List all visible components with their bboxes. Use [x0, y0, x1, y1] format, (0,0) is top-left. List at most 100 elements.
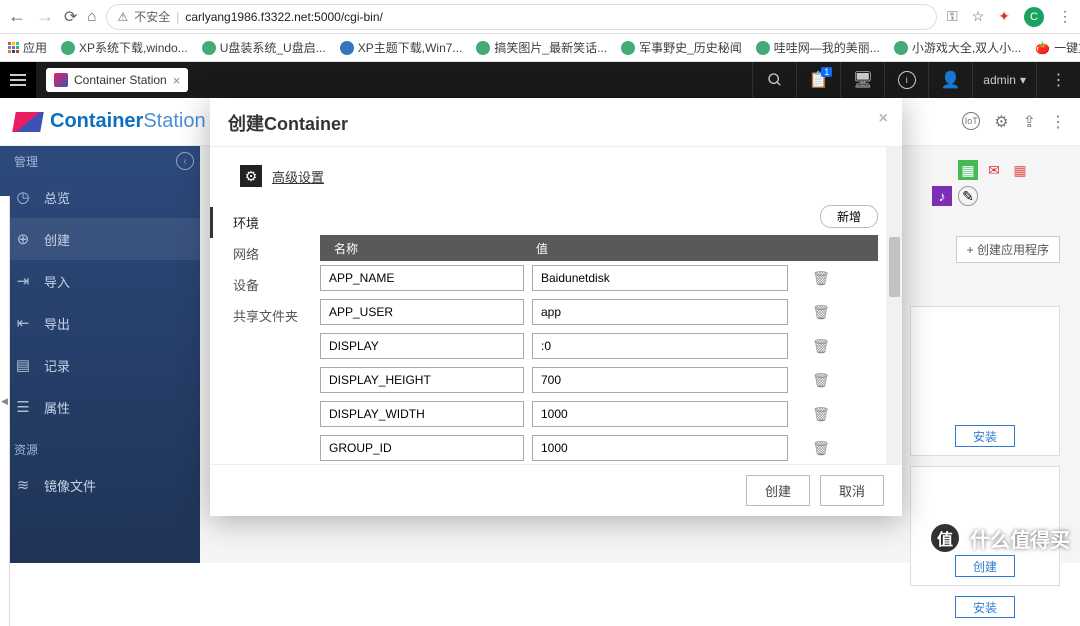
gauge-icon: ◷ [14, 188, 32, 206]
install-button[interactable]: 安装 [955, 425, 1015, 447]
address-bar[interactable]: ⚠ 不安全 | carlyang1986.f3322.net:5000/cgi-… [106, 4, 937, 30]
trash-icon[interactable]: 🗑 [812, 304, 830, 321]
mini-icon[interactable]: ♪ [932, 186, 952, 206]
env-key-input[interactable] [320, 401, 524, 427]
container-station-icon [54, 73, 68, 87]
add-env-button[interactable]: 新增 [820, 205, 878, 228]
env-row: 🗑 [320, 363, 878, 397]
insecure-label: 不安全 [134, 8, 170, 25]
modal-scrollbar[interactable] [886, 147, 902, 464]
env-value-input[interactable] [532, 435, 788, 461]
modal-close-icon[interactable]: × [879, 110, 888, 128]
extension-icon[interactable]: ✦ [998, 8, 1010, 25]
more-button[interactable]: ⋮ [1036, 62, 1080, 98]
sidebar-item-import[interactable]: ⇥导入 [0, 260, 200, 302]
sidebar-section-resources: 资源 [0, 434, 200, 464]
window-tab[interactable]: Container Station × [46, 68, 188, 92]
trash-icon[interactable]: 🗑 [812, 338, 830, 355]
env-key-input[interactable] [320, 333, 524, 359]
mini-icon[interactable]: ✎ [958, 186, 978, 206]
env-value-input[interactable] [532, 299, 788, 325]
env-value-input[interactable] [532, 333, 788, 359]
env-value-input[interactable] [532, 265, 788, 291]
env-value-input[interactable] [532, 367, 788, 393]
bookmark-item[interactable]: U盘装系统_U盘启... [202, 39, 326, 56]
env-table-header: 名称 值 [320, 235, 878, 261]
sidebar-item-create[interactable]: ⊕创建 [0, 218, 200, 260]
create-container-modal: 创建Container × ⚙ 高级设置 环境 网络 设备 共享文件夹 新 [210, 98, 902, 516]
profile-avatar[interactable]: C [1024, 7, 1044, 27]
add-application-button[interactable]: + 创建应用程序 [956, 236, 1060, 263]
bookmark-item[interactable]: XP主题下载,Win7... [340, 39, 463, 56]
warning-icon: ⚠ [117, 10, 128, 24]
advanced-settings-link[interactable]: 高级设置 [272, 167, 324, 186]
plus-circle-icon: ⊕ [14, 230, 32, 248]
create-button[interactable]: 创建 [955, 555, 1015, 577]
modal-cancel-button[interactable]: 取消 [820, 475, 884, 506]
left-collapse-handle[interactable] [0, 196, 10, 626]
env-key-input[interactable] [320, 265, 524, 291]
bookmark-item[interactable]: 小游戏大全,双人小... [894, 39, 1021, 56]
sidebar-item-preferences[interactable]: ☰属性 [0, 386, 200, 428]
sidebar-item-logs[interactable]: ▤记录 [0, 344, 200, 386]
tab-close-icon[interactable]: × [173, 73, 181, 88]
tab-network[interactable]: 网络 [210, 238, 320, 269]
nas-topbar: Container Station × 📋1 🖥 i 👤 admin▾ ⋮ [0, 62, 1080, 98]
forward-button[interactable]: → [36, 6, 54, 27]
export-icon: ⇤ [14, 314, 32, 332]
sidebar-item-overview[interactable]: ◷总览 [0, 176, 200, 218]
install-button[interactable]: 安装 [955, 596, 1015, 618]
mini-icon[interactable]: ▦ [958, 160, 978, 180]
sidebar-collapse-button[interactable]: ‹ [176, 152, 194, 170]
home-button[interactable]: ⌂ [87, 8, 96, 25]
env-row: 🗑 [320, 261, 878, 295]
env-key-input[interactable] [320, 367, 524, 393]
sliders-icon: ☰ [14, 398, 32, 416]
key-icon[interactable]: ⚿ [947, 8, 958, 25]
user-dropdown[interactable]: admin▾ [972, 62, 1036, 98]
sidebar-section-manage: 管理 [0, 146, 200, 176]
bookmark-item[interactable]: 军事野史_历史秘闻 [621, 39, 742, 56]
env-value-input[interactable] [532, 401, 788, 427]
bookmark-item[interactable]: 🍅一键重装系统_一键... [1035, 39, 1080, 56]
bookmark-item[interactable]: XP系统下载,windo... [61, 39, 188, 56]
env-key-input[interactable] [320, 299, 524, 325]
export-icon[interactable]: ⇪ [1023, 112, 1036, 132]
trash-icon[interactable]: 🗑 [812, 406, 830, 423]
info-button[interactable]: i [884, 62, 928, 98]
apps-icon [8, 42, 19, 53]
sidebar-item-images[interactable]: ≋镜像文件 [0, 464, 200, 506]
trash-icon[interactable]: 🗑 [812, 270, 830, 287]
env-key-input[interactable] [320, 435, 524, 461]
gear-icon: ⚙ [240, 165, 262, 187]
bookmark-item[interactable]: 哇哇网—我的美丽... [756, 39, 880, 56]
apps-shortcut[interactable]: 应用 [8, 39, 47, 56]
trash-icon[interactable]: 🗑 [812, 440, 830, 457]
iot-icon[interactable]: IoT [962, 112, 980, 130]
settings-icon[interactable]: ⚙ [994, 112, 1008, 132]
menu-icon[interactable]: ⋮ [1058, 8, 1072, 25]
hamburger-button[interactable] [0, 62, 36, 98]
user-icon[interactable]: 👤 [928, 62, 972, 98]
bookmark-item[interactable]: 搞笑图片_最新笑话... [476, 39, 607, 56]
sidebar: 管理 ‹ ◷总览 ⊕创建 ⇥导入 ⇤导出 ▤记录 ☰属性 资源 ≋镜像文件 [0, 146, 200, 563]
sidebar-item-export[interactable]: ⇤导出 [0, 302, 200, 344]
col-value: 值 [530, 240, 878, 257]
kebab-icon[interactable]: ⋮ [1050, 112, 1066, 132]
reload-button[interactable]: ⟳ [64, 7, 77, 27]
star-icon[interactable]: ☆ [972, 8, 985, 25]
modal-create-button[interactable]: 创建 [746, 475, 810, 506]
app-container: ContainerStation IoT ⚙ ⇪ ⋮ 管理 ‹ ◷总览 ⊕创建 … [0, 98, 1080, 563]
tab-device[interactable]: 设备 [210, 269, 320, 300]
tab-shared-folder[interactable]: 共享文件夹 [210, 300, 320, 331]
trash-icon[interactable]: 🗑 [812, 372, 830, 389]
mini-icon[interactable]: ✉ [984, 160, 1004, 180]
devices-button[interactable]: 🖥 [840, 62, 884, 98]
tab-environment[interactable]: 环境 [210, 207, 320, 238]
watermark-badge-icon: 值 [928, 521, 962, 555]
mini-icon[interactable]: ▦ [1010, 160, 1030, 180]
back-button[interactable]: ← [8, 6, 26, 27]
layers-icon: ≋ [14, 476, 32, 494]
tasks-button[interactable]: 📋1 [796, 62, 840, 98]
search-button[interactable] [752, 62, 796, 98]
